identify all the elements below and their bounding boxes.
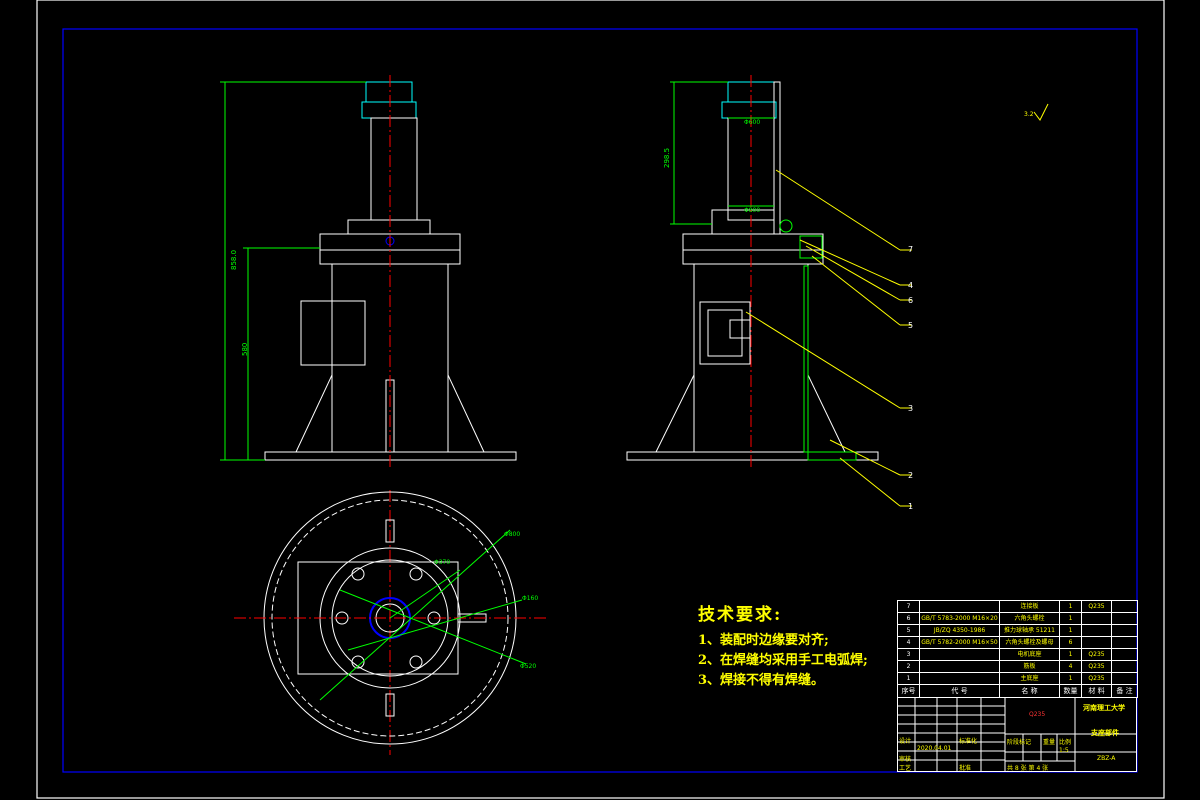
- bom-qty: 1: [1059, 600, 1082, 613]
- bom-material: Q235: [1081, 672, 1112, 685]
- bom-material: Q235: [1081, 660, 1112, 673]
- bom-note: [1111, 636, 1138, 649]
- bom-qty: 1: [1059, 648, 1082, 661]
- tb-sheet-info: 共 8 张 第 4 张: [1007, 765, 1049, 772]
- tb-material-mark: Q235: [1029, 711, 1046, 718]
- bill-of-materials: 7 连接板 1 Q235 6 GB/T 5783-2000 M16×20 六角头…: [897, 600, 1138, 698]
- bom-qty: 1: [1059, 672, 1082, 685]
- bom-material: Q235: [1081, 648, 1112, 661]
- bom-qty: 1: [1059, 624, 1082, 637]
- bom-no: 6: [897, 612, 920, 625]
- bom-code: GB/T 5783-2000 M16×20: [919, 612, 1000, 625]
- bom-name: 主底座: [999, 672, 1060, 685]
- tb-review-label: 审核: [899, 756, 912, 763]
- tech-requirement-3: 3、焊接不得有焊缝。: [698, 673, 825, 688]
- bom-code: [919, 672, 1000, 685]
- tb-standard-label: 标准化: [959, 738, 978, 745]
- bom-qty: 1: [1059, 612, 1082, 625]
- tb-drawing-name: 支座部件: [1091, 729, 1119, 737]
- dim-front-total: 858.0: [230, 250, 238, 270]
- balloon-2: 2: [908, 471, 913, 480]
- tech-requirement-1: 1、装配时边缘要对齐;: [698, 633, 829, 648]
- title-block: Q235 河南理工大学 支座部件 ZBZ-A 阶段标记 重量 比例 1:5 共 …: [897, 697, 1137, 772]
- bom-name: 筋板: [999, 660, 1060, 673]
- tb-scale-value: 1:5: [1059, 747, 1069, 754]
- bom-row: 3 电机底座 1 Q235: [897, 648, 1138, 661]
- bom-note: [1111, 648, 1138, 661]
- tb-designer-label: 设计: [899, 738, 912, 745]
- tb-scale-label: 比例: [1059, 739, 1072, 746]
- bom-code: [919, 648, 1000, 661]
- balloon-6: 6: [908, 296, 913, 305]
- bom-name: 连接板: [999, 600, 1060, 613]
- bom-qty: 6: [1059, 636, 1082, 649]
- bom-code: JB/ZQ 4350-1986: [919, 624, 1000, 637]
- bom-row: 2 筋板 4 Q235: [897, 660, 1138, 673]
- surface-finish-symbol: [1033, 103, 1049, 121]
- bom-row: 4 GB/T 5782-2000 M16×50 六角头螺栓及螺母 6: [897, 636, 1138, 649]
- bom-no: 3: [897, 648, 920, 661]
- tb-university: 河南理工大学: [1083, 704, 1125, 712]
- bom-no: 5: [897, 624, 920, 637]
- bom-material: Q235: [1081, 600, 1112, 613]
- dim-side-upper: 298.5: [663, 148, 671, 168]
- dim-plan-2: Φ520: [520, 663, 536, 670]
- dim-front-partial: 580: [241, 343, 249, 356]
- side-view: [626, 81, 879, 461]
- bom-header-row: 序号 代 号 名 称 数量 材 料 备 注: [897, 684, 1138, 698]
- bom-note: [1111, 612, 1138, 625]
- bom-no: 1: [897, 672, 920, 685]
- tb-date-value: 2020.04.01: [917, 745, 952, 752]
- bom-name: 六角头螺栓: [999, 612, 1060, 625]
- tech-requirements: 技术要求: 1、装配时边缘要对齐; 2、在焊缝均采用手工电弧焊; 3、焊接不得有…: [698, 600, 868, 691]
- bom-note: [1111, 624, 1138, 637]
- tb-drawing-no: ZBZ-A: [1097, 755, 1116, 762]
- surface-finish-label: 3.2: [1024, 111, 1034, 118]
- tb-process-label: 工艺: [899, 765, 912, 772]
- bom-note: [1111, 672, 1138, 685]
- bom-header-note: 备 注: [1111, 684, 1138, 698]
- bom-code: [919, 660, 1000, 673]
- bom-name: 六角头螺栓及螺母: [999, 636, 1060, 649]
- bom-header-code: 代 号: [919, 684, 1000, 698]
- bom-qty: 4: [1059, 660, 1082, 673]
- bom-name: 推力球轴承 51211: [999, 624, 1060, 637]
- bom-header-name: 名 称: [999, 684, 1060, 698]
- bom-material: [1081, 636, 1112, 649]
- bom-note: [1111, 660, 1138, 673]
- tb-stage-label: 阶段标记: [1007, 739, 1032, 746]
- bom-material: [1081, 624, 1112, 637]
- balloon-7: 7: [908, 245, 913, 254]
- tech-requirements-title: 技术要求:: [698, 605, 783, 625]
- tech-requirement-2: 2、在焊缝均采用手工电弧焊;: [698, 653, 868, 668]
- tb-weight-label: 重量: [1043, 739, 1056, 746]
- bom-row: 6 GB/T 5783-2000 M16×20 六角头螺栓 1: [897, 612, 1138, 625]
- dim-plan-1: Φ800: [504, 531, 520, 538]
- dim-side-mid: Φ800: [744, 207, 760, 214]
- bom-name: 电机底座: [999, 648, 1060, 661]
- dim-plan-4: Φ160: [522, 595, 538, 602]
- bom-row: 5 JB/ZQ 4350-1986 推力球轴承 51211 1: [897, 624, 1138, 637]
- front-dimensions: [220, 81, 366, 461]
- bom-header-no: 序号: [897, 684, 920, 698]
- bom-no: 7: [897, 600, 920, 613]
- balloon-5: 5: [908, 321, 913, 330]
- bom-no: 2: [897, 660, 920, 673]
- balloon-4: 4: [908, 281, 913, 290]
- balloon-3: 3: [908, 404, 913, 413]
- dim-side-top: Φ600: [744, 119, 760, 126]
- bom-header-qty: 数量: [1059, 684, 1082, 698]
- bom-no: 4: [897, 636, 920, 649]
- dim-plan-3: Φ370: [434, 559, 450, 566]
- balloon-1: 1: [908, 502, 913, 511]
- tb-approve-label: 批准: [959, 765, 972, 772]
- bom-code: [919, 600, 1000, 613]
- bom-note: [1111, 600, 1138, 613]
- bom-material: [1081, 612, 1112, 625]
- bom-header-material: 材 料: [1081, 684, 1112, 698]
- bom-row: 1 主底座 1 Q235: [897, 672, 1138, 685]
- bom-code: GB/T 5782-2000 M16×50: [919, 636, 1000, 649]
- bom-row: 7 连接板 1 Q235: [897, 600, 1138, 613]
